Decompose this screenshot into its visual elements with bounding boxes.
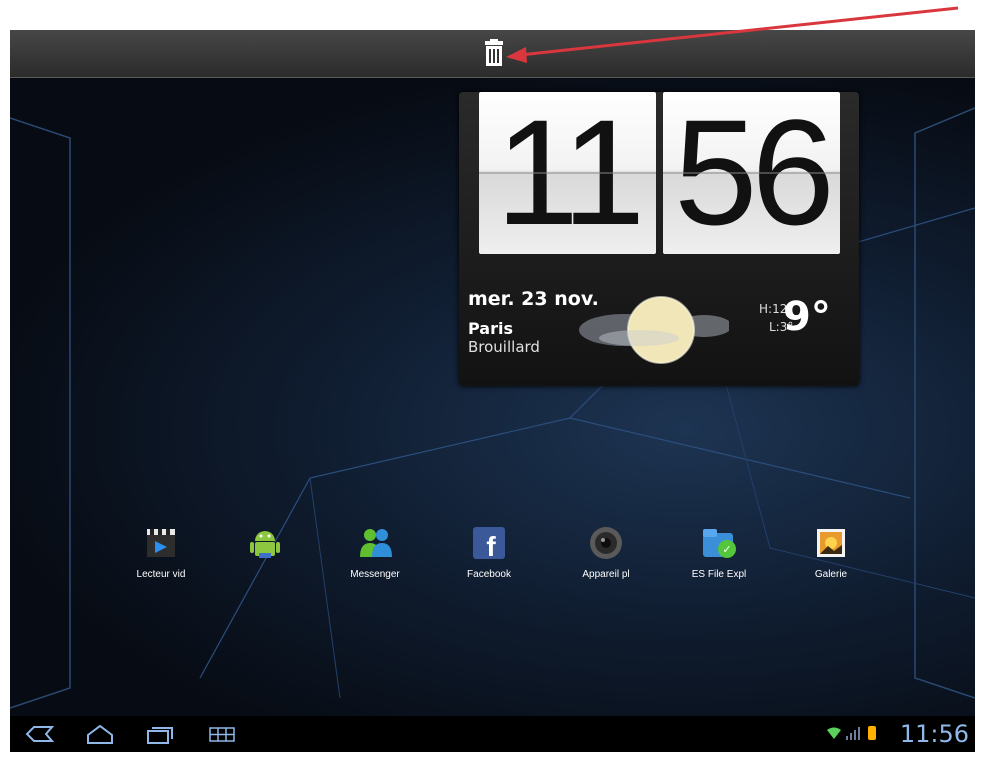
app-video-player[interactable]: Lecteur vid (116, 523, 206, 580)
weather-city: Paris (468, 319, 513, 338)
home-icon[interactable] (85, 724, 115, 744)
facebook-icon: f (469, 523, 509, 563)
camera-icon (586, 523, 626, 563)
trash-icon[interactable] (481, 39, 507, 69)
tablet-screen: 11 56 mer. 23 nov. Paris Brouillard H:12… (10, 30, 975, 752)
svg-text:f: f (486, 531, 496, 562)
app-label: Facebook (467, 569, 511, 580)
app-messenger[interactable]: Messenger (330, 523, 420, 580)
weather-temp: 9° (783, 294, 831, 340)
drag-delete-bar (10, 30, 975, 78)
app-label: Messenger (350, 569, 400, 580)
app-label: Lecteur vid (136, 569, 186, 580)
clock-minutes-card: 56 (663, 92, 840, 254)
system-bar: 11:56 (10, 716, 975, 752)
app-label: Appareil pl (582, 569, 630, 580)
clock-hours-card: 11 (479, 92, 656, 254)
android-icon (245, 523, 285, 563)
app-facebook[interactable]: f Facebook (444, 523, 534, 580)
wifi-icon (827, 727, 841, 739)
svg-text:✓: ✓ (722, 543, 731, 556)
clock-weather-widget[interactable]: 11 56 mer. 23 nov. Paris Brouillard H:12… (459, 92, 859, 386)
clapperboard-icon (141, 523, 181, 563)
battery-icon (868, 726, 876, 740)
messenger-icon (355, 523, 395, 563)
menu-grid-icon[interactable] (207, 724, 237, 744)
gallery-icon (811, 523, 851, 563)
app-android[interactable] (220, 523, 310, 563)
status-clock: 11:56 (899, 720, 969, 748)
app-label: Galerie (814, 569, 848, 580)
app-file-explorer[interactable]: ✓ ES File Expl (674, 523, 764, 580)
back-icon[interactable] (24, 724, 54, 744)
signal-icon (846, 727, 860, 740)
app-gallery[interactable]: Galerie (786, 523, 876, 580)
app-label: ES File Expl (691, 569, 747, 580)
app-shortcuts: Lecteur vid Messenger f Facebook Apparei… (10, 523, 975, 603)
recent-apps-icon[interactable] (145, 724, 175, 744)
app-camera[interactable]: Appareil pl (561, 523, 651, 580)
weather-condition: Brouillard (468, 338, 540, 356)
file-explorer-icon: ✓ (699, 523, 739, 563)
fog-sun-icon (579, 296, 729, 364)
